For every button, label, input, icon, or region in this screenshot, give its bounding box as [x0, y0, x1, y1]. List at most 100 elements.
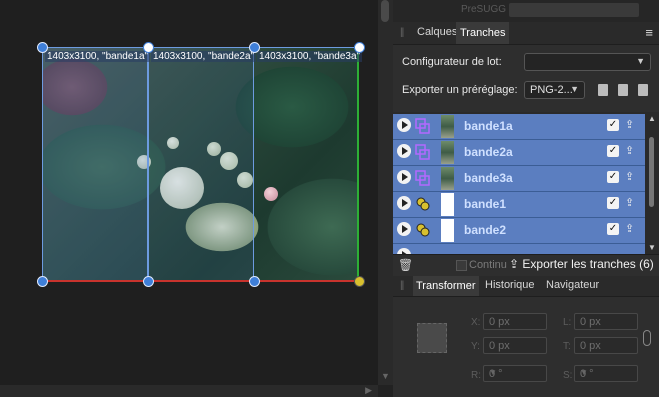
scrollbar-thumb[interactable]	[381, 0, 389, 22]
continu-checkbox[interactable]	[456, 260, 467, 271]
context-field[interactable]	[509, 3, 639, 17]
export-icon: ⇪	[509, 257, 523, 271]
export-checkbox[interactable]: ✓	[607, 197, 619, 209]
play-icon[interactable]	[397, 196, 411, 210]
play-icon[interactable]	[397, 222, 411, 236]
y-field[interactable]: 0 px	[483, 337, 547, 354]
add-preset-icon[interactable]	[638, 84, 648, 96]
slice-footer: 🗑 Continu ⇪ Exporter les tranches (6)	[393, 254, 659, 275]
resize-handle[interactable]	[249, 276, 260, 287]
link-icon[interactable]	[643, 330, 651, 346]
panel-tabs: || Calques Tranches ≡	[393, 22, 659, 45]
slice-label: 1403x3100, "bande2a"	[151, 51, 257, 62]
scroll-down-icon[interactable]: ▼	[648, 243, 656, 252]
s-label: S:	[563, 370, 573, 381]
slice-name[interactable]: bande2a	[464, 145, 513, 159]
scrollbar-thumb[interactable]	[649, 137, 654, 207]
export-checkbox[interactable]: ✓	[607, 145, 619, 157]
t-field[interactable]: 0 px	[574, 337, 638, 354]
scroll-down-icon[interactable]: ▼	[381, 371, 390, 381]
preset-dropdown[interactable]: PNG-2... ▼	[524, 81, 585, 99]
s-field[interactable]: 0 ° ▼	[574, 365, 638, 382]
x-label: X:	[471, 317, 481, 328]
slice-group-icon	[416, 223, 430, 237]
play-icon[interactable]	[397, 144, 411, 158]
slice-name[interactable]: bande3a	[464, 171, 513, 185]
slice-bande2a[interactable]	[148, 47, 254, 281]
list-item[interactable]: bande1 ✓ ⇪	[393, 192, 645, 218]
resize-handle[interactable]	[143, 276, 154, 287]
chevron-down-icon: ▼	[570, 84, 579, 94]
list-item[interactable]: bande3a ✓ ⇪	[393, 166, 645, 192]
scroll-up-icon[interactable]: ▲	[648, 114, 656, 123]
copy-preset-icon[interactable]	[598, 84, 608, 96]
slice-name[interactable]: bande1	[464, 197, 506, 211]
list-item[interactable]: bande1a ✓ ⇪	[393, 114, 645, 140]
tab-transformer[interactable]: Transformer	[413, 276, 479, 296]
export-slices-button[interactable]: ⇪ Exporter les tranches (6)	[509, 257, 654, 271]
batch-dropdown[interactable]: ▼	[524, 53, 651, 71]
scroll-right-icon[interactable]: ▶	[365, 385, 372, 396]
t-label: T:	[563, 341, 571, 352]
slice-thumbnail	[441, 141, 454, 164]
canvas-area[interactable]: 1403x3100, "bande1a" 1403x3100, "bande2a…	[0, 0, 378, 397]
slice-type-icon	[415, 170, 430, 186]
continu-label: Continu	[469, 259, 507, 271]
grip-icon[interactable]: ||	[400, 280, 404, 291]
grip-icon[interactable]: ||	[400, 27, 404, 38]
slice-label: 1403x3100, "bande1a"	[45, 51, 151, 62]
play-icon[interactable]	[397, 118, 411, 132]
slice-bande1a[interactable]	[42, 47, 148, 281]
list-item[interactable]	[393, 244, 645, 254]
resize-handle[interactable]	[249, 42, 260, 53]
slice-list-scrollbar[interactable]: ▲ ▼	[645, 112, 659, 254]
chevron-down-icon: ▼	[636, 56, 645, 66]
export-icon[interactable]: ⇪	[625, 196, 635, 209]
resize-handle[interactable]	[354, 276, 365, 287]
canvas-vertical-scrollbar[interactable]: ▼	[378, 0, 393, 385]
panel-menu-icon[interactable]: ≡	[645, 25, 653, 40]
resize-handle[interactable]	[37, 42, 48, 53]
list-item[interactable]: bande2 ✓ ⇪	[393, 218, 645, 244]
slice-thumbnail	[441, 115, 454, 138]
slice-type-icon	[415, 144, 430, 160]
right-panel: PreSUGG || Calques Tranches ≡ Configurat…	[393, 0, 659, 397]
slice-thumbnail	[441, 167, 454, 190]
slice-label: 1403x3100, "bande3a"	[257, 51, 363, 62]
export-icon[interactable]: ⇪	[625, 118, 635, 131]
l-field[interactable]: 0 px	[574, 313, 638, 330]
play-icon[interactable]	[397, 170, 411, 184]
list-item[interactable]: bande2a ✓ ⇪	[393, 140, 645, 166]
export-checkbox[interactable]: ✓	[607, 119, 619, 131]
bottom-panel-tabs: || Transformer Historique Navigateur	[393, 276, 659, 297]
slice-group-icon	[416, 197, 430, 211]
trash-icon[interactable]: 🗑	[398, 258, 413, 272]
slice-name[interactable]: bande1a	[464, 119, 513, 133]
tab-historique[interactable]: Historique	[482, 279, 538, 291]
y-label: Y:	[471, 341, 480, 352]
export-icon[interactable]: ⇪	[625, 144, 635, 157]
tab-navigateur[interactable]: Navigateur	[543, 279, 602, 291]
anchor-selector[interactable]	[417, 323, 447, 353]
slice-bande3a[interactable]	[254, 47, 359, 281]
export-checkbox[interactable]: ✓	[607, 171, 619, 183]
export-icon[interactable]: ⇪	[625, 222, 635, 235]
context-strip: PreSUGG	[393, 0, 659, 22]
resize-handle[interactable]	[37, 276, 48, 287]
x-field[interactable]: 0 px	[483, 313, 547, 330]
r-field[interactable]: 0 ° ▼	[483, 365, 547, 382]
export-checkbox[interactable]: ✓	[607, 223, 619, 235]
tab-calques[interactable]: Calques	[413, 26, 461, 38]
slice-bottom-edge	[42, 280, 359, 282]
delete-preset-icon[interactable]	[618, 84, 628, 96]
resize-handle[interactable]	[354, 42, 365, 53]
canvas-horizontal-scrollbar[interactable]: ▶	[0, 385, 378, 397]
ghost-label: PreSUGG	[461, 4, 507, 15]
export-icon[interactable]: ⇪	[625, 170, 635, 183]
slice-thumbnail	[441, 193, 454, 216]
preset-label: Exporter un préréglage:	[402, 84, 518, 96]
slice-thumbnail	[441, 219, 454, 242]
slice-name[interactable]: bande2	[464, 223, 506, 237]
tab-tranches[interactable]: Tranches	[456, 22, 510, 44]
resize-handle[interactable]	[143, 42, 154, 53]
